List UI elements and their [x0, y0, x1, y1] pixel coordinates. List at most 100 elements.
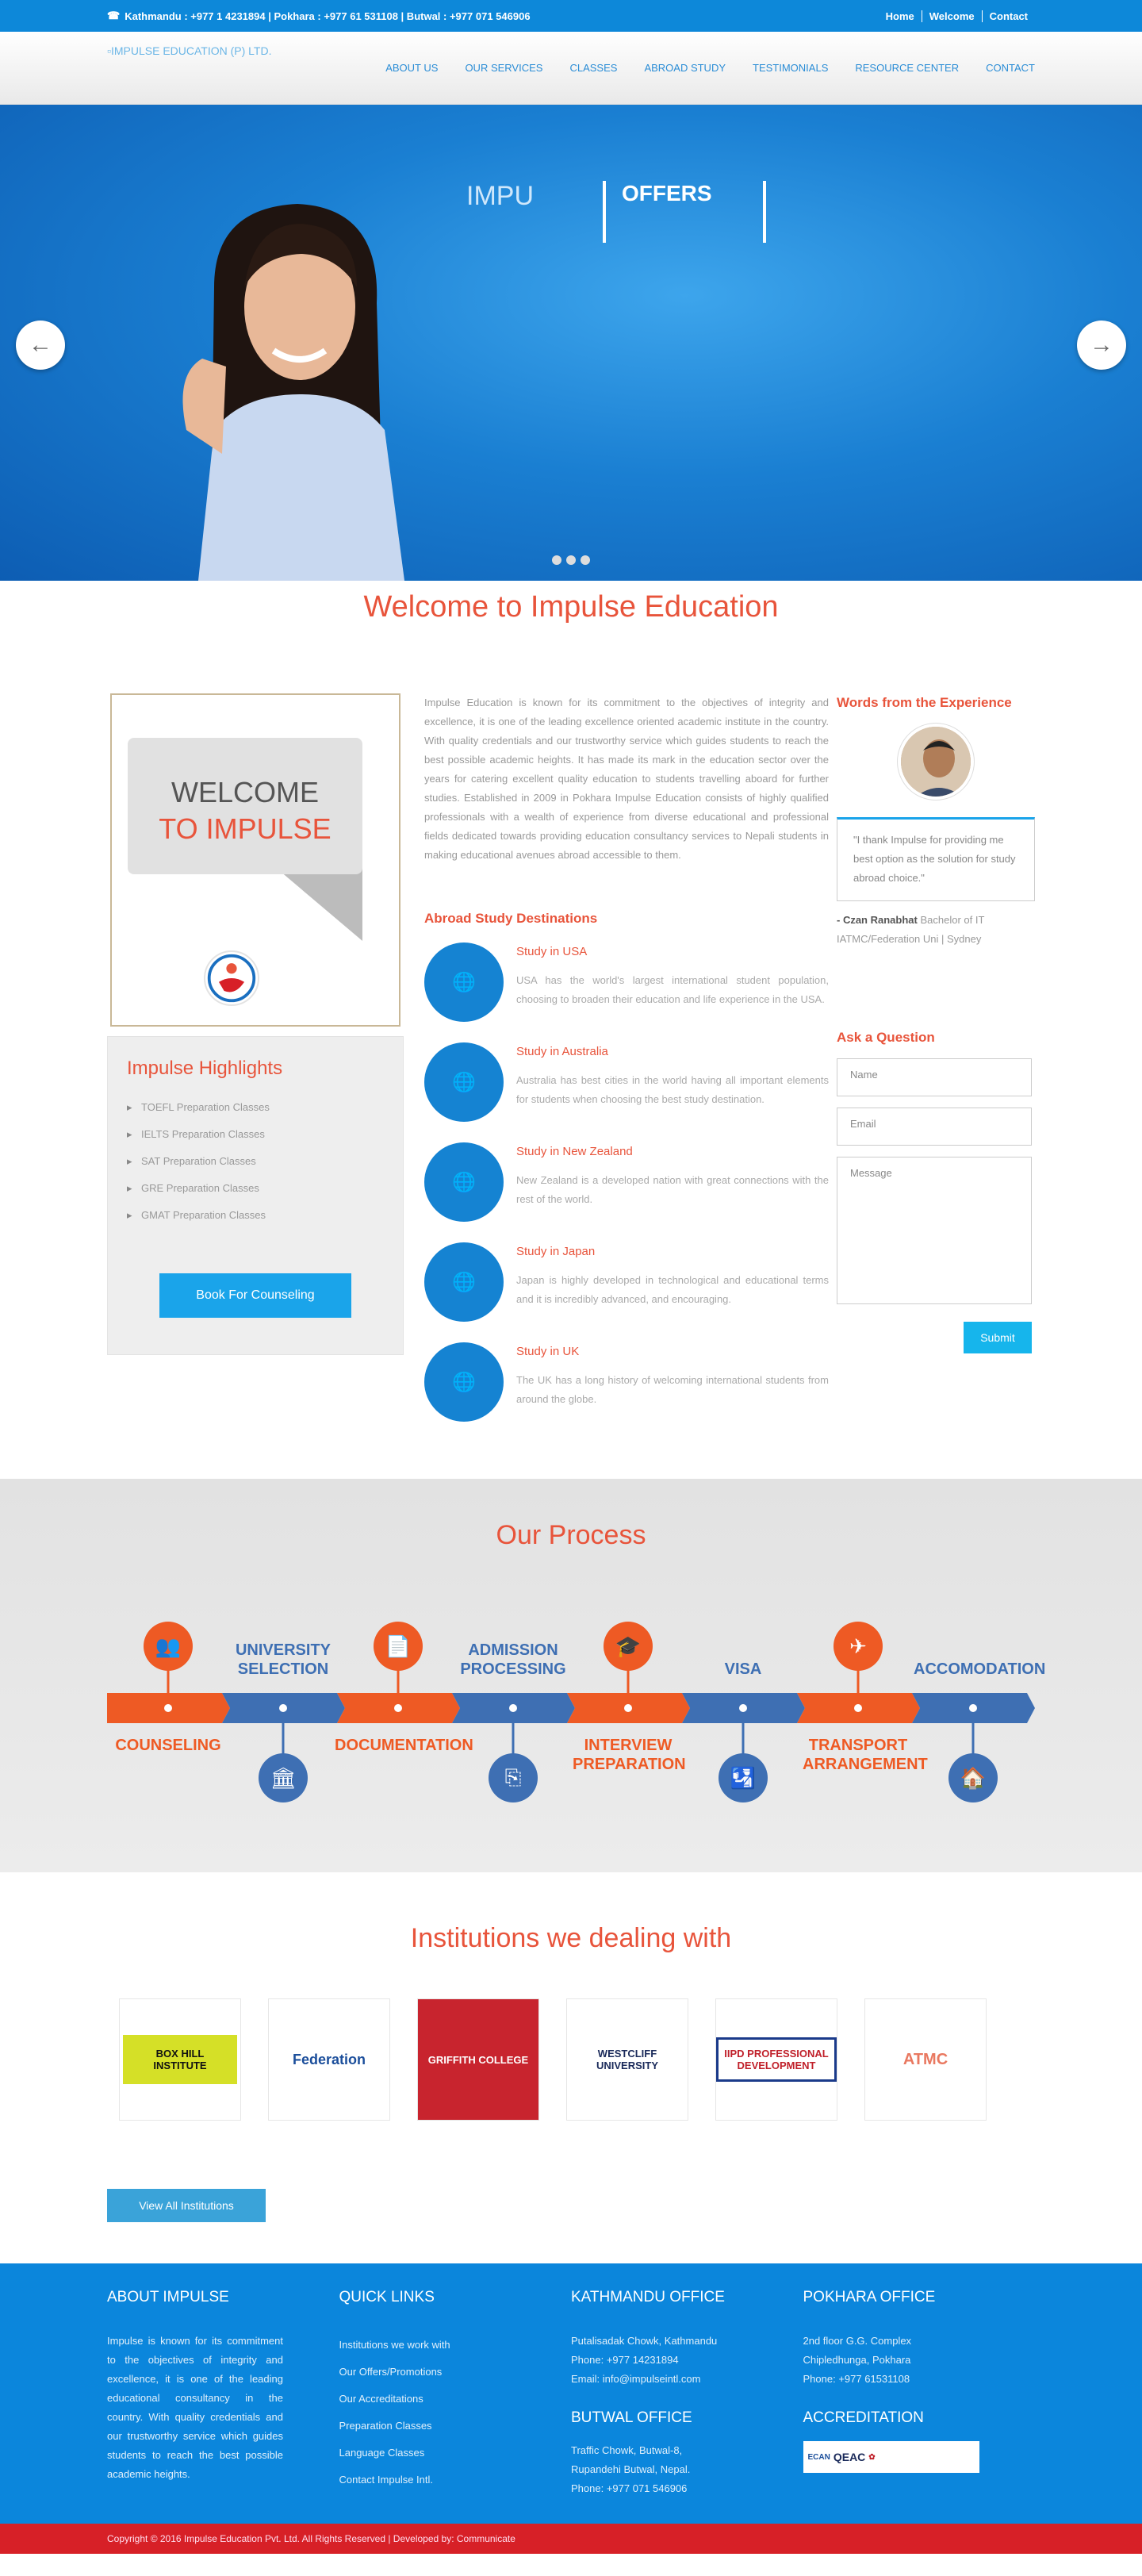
ask-title: Ask a Question	[837, 1030, 935, 1045]
nav-contact[interactable]: CONTACT	[986, 62, 1035, 74]
top-links: Home Welcome Contact	[879, 10, 1035, 22]
footer-link[interactable]: Our Offers/Promotions	[339, 2359, 572, 2386]
nav-classes[interactable]: CLASSES	[569, 62, 617, 74]
main-nav: ABOUT US OUR SERVICES CLASSES ABROAD STU…	[385, 62, 1035, 74]
destination-desc: Australia has best cities in the world h…	[516, 1074, 829, 1105]
address-line: Traffic Chowk, Butwal-8,	[571, 2444, 683, 2456]
step-label: DOCUMENTATION	[335, 1737, 473, 1754]
destination-item[interactable]: 🌐 Study in UK The UK has a long history o…	[424, 1342, 829, 1422]
nav-abroad-study[interactable]: ABROAD STUDY	[644, 62, 726, 74]
logo-text: WESTCLIFF UNIVERSITY	[596, 2048, 658, 2071]
footer-heading: ABOUT IMPULSE	[107, 2289, 229, 2305]
nav-about[interactable]: ABOUT US	[385, 62, 438, 74]
destination-item[interactable]: 🌐 Study in Japan Japan is highly develope…	[424, 1242, 829, 1322]
destination-item[interactable]: 🌐 Study in Australia Australia has best c…	[424, 1042, 829, 1122]
top-link-home[interactable]: Home	[879, 10, 922, 22]
logo-text: ATMC	[902, 2050, 948, 2068]
site-logo[interactable]: ▫IMPULSE EDUCATION (P) LTD.	[107, 44, 271, 57]
destination-name[interactable]: Study in Japan	[516, 1242, 829, 1261]
globe-icon: 🌐	[424, 942, 504, 1022]
contact-info: ☎ Kathmandu : +977 1 4231894 | Pokhara :…	[107, 10, 531, 22]
logo-text: GRIFFITH COLLEGE	[427, 2053, 529, 2066]
counseling-icon: 👥	[144, 1622, 193, 1671]
destination-name[interactable]: Study in New Zealand	[516, 1142, 829, 1161]
destination-item[interactable]: 🌐 Study in USA USA has the world's larges…	[424, 942, 829, 1022]
footer-link[interactable]: Preparation Classes	[339, 2413, 572, 2440]
ask-form: Ask a Question Name Email Message Submit	[837, 1028, 1035, 1353]
destination-name[interactable]: Study in USA	[516, 942, 829, 962]
destination-item[interactable]: 🌐 Study in New Zealand New Zealand is a d…	[424, 1142, 829, 1222]
institution-logo-westcliff[interactable]: WESTCLIFF UNIVERSITY	[566, 1998, 688, 2121]
footer-link[interactable]: Language Classes	[339, 2440, 572, 2467]
about-text: Impulse Education is known for its commi…	[424, 697, 829, 861]
slider-next-button[interactable]: →	[1077, 321, 1126, 370]
highlight-item[interactable]: GRE Preparation Classes	[127, 1175, 384, 1202]
destination-name[interactable]: Study in Australia	[516, 1042, 829, 1061]
footer-link[interactable]: Our Accreditations	[339, 2386, 572, 2413]
accreditation-logo: ECAN	[807, 2452, 830, 2462]
footer-link[interactable]: Institutions we work with	[339, 2332, 572, 2359]
logo-text: Federation	[292, 2051, 366, 2067]
institutions-title: Institutions we dealing with	[410, 1923, 732, 1953]
process-section: Our Process 👥 📄 🎓 ✈ 🏛 ⎘ 🛂 🏠 COUNSELING U…	[0, 1479, 1142, 1872]
logo-alt-text: IMPULSE EDUCATION (P) LTD.	[110, 44, 272, 57]
testimonial-quote: "I thank Impulse for providing me best o…	[837, 817, 1035, 901]
slider-prev-button[interactable]: ←	[16, 321, 65, 370]
highlight-item[interactable]: IELTS Preparation Classes	[127, 1121, 384, 1148]
nav-testimonials[interactable]: TESTIMONIALS	[753, 62, 828, 74]
hero-student-image	[182, 204, 404, 581]
highlight-item[interactable]: GMAT Preparation Classes	[127, 1202, 384, 1229]
testimonial-title: Words from the Experience	[837, 695, 1012, 710]
welcome-title: Welcome to Impulse Education	[363, 590, 779, 624]
highlight-item[interactable]: SAT Preparation Classes	[127, 1148, 384, 1175]
header: ▫IMPULSE EDUCATION (P) LTD. ABOUT US OUR…	[0, 32, 1142, 105]
submit-button[interactable]: Submit	[964, 1322, 1032, 1353]
top-link-contact[interactable]: Contact	[981, 10, 1035, 22]
logo-text: BOX HILL INSTITUTE	[123, 2035, 237, 2084]
address-line: Putalisadak Chowk, Kathmandu	[571, 2335, 718, 2347]
nav-resource-center[interactable]: RESOURCE CENTER	[855, 62, 959, 74]
view-all-institutions-button[interactable]: View All Institutions	[107, 2189, 266, 2222]
step-label: COUNSELING	[115, 1737, 221, 1754]
destination-desc: New Zealand is a developed nation with g…	[516, 1174, 829, 1205]
institution-logo-atmc[interactable]: ATMC	[864, 1998, 987, 2121]
nav-services[interactable]: OUR SERVICES	[465, 62, 542, 74]
hero-offers-heading: OFFERS	[603, 181, 766, 243]
left-column: WELCOME TO IMPULSE Impulse Highlights TO…	[107, 693, 404, 1479]
institution-logo-iipd[interactable]: IIPD PROFESSIONAL DEVELOPMENT	[715, 1998, 837, 2121]
footer-heading: QUICK LINKS	[339, 2289, 435, 2305]
slider-dot[interactable]	[566, 555, 576, 565]
highlights-list: TOEFL Preparation Classes IELTS Preparat…	[127, 1094, 384, 1229]
hero-slider: IMPU OFFERS ← →	[0, 105, 1142, 581]
institution-logo-federation[interactable]: Federation	[268, 1998, 390, 2121]
top-link-welcome[interactable]: Welcome	[921, 10, 982, 22]
globe-icon: 🌐	[424, 1142, 504, 1222]
destination-name[interactable]: Study in UK	[516, 1342, 829, 1361]
name-field[interactable]: Name	[837, 1058, 1032, 1096]
passport-icon: 🛂	[719, 1753, 768, 1802]
book-counseling-button[interactable]: Book For Counseling	[159, 1273, 351, 1318]
person-icon	[901, 727, 971, 797]
phone-icon: ☎	[107, 10, 121, 21]
right-column: Words from the Experience "I thank Impul…	[837, 693, 1035, 1479]
message-field[interactable]: Message	[837, 1157, 1032, 1304]
institution-logo-boxhill[interactable]: BOX HILL INSTITUTE	[119, 1998, 241, 2121]
globe-icon: 🌐	[424, 1042, 504, 1122]
logo-text: IIPD PROFESSIONAL DEVELOPMENT	[716, 2037, 837, 2082]
email-line[interactable]: Email: info@impulseintl.com	[571, 2370, 803, 2389]
highlight-item[interactable]: TOEFL Preparation Classes	[127, 1094, 384, 1121]
maple-leaf-icon: ✿	[868, 2452, 876, 2462]
footer-link[interactable]: Contact Impulse Intl.	[339, 2467, 572, 2493]
welcome-banner: WELCOME TO IMPULSE	[110, 693, 400, 1027]
footer-heading: POKHARA OFFICE	[803, 2289, 936, 2305]
slider-dot[interactable]	[552, 555, 561, 565]
main-content: WELCOME TO IMPULSE Impulse Highlights TO…	[107, 693, 1035, 1479]
airplane-icon: ✈	[834, 1622, 883, 1671]
institution-logo-griffith[interactable]: GRIFFITH COLLEGE	[417, 1998, 539, 2121]
process-timeline	[107, 1647, 1035, 1763]
slider-dot[interactable]	[581, 555, 590, 565]
footer-heading: ACCREDITATION	[803, 2409, 924, 2426]
document-icon: 📄	[374, 1622, 423, 1671]
footer-pokhara: POKHARA OFFICE 2nd floor G.G. Complex Ch…	[803, 2289, 1036, 2498]
email-field[interactable]: Email	[837, 1108, 1032, 1146]
